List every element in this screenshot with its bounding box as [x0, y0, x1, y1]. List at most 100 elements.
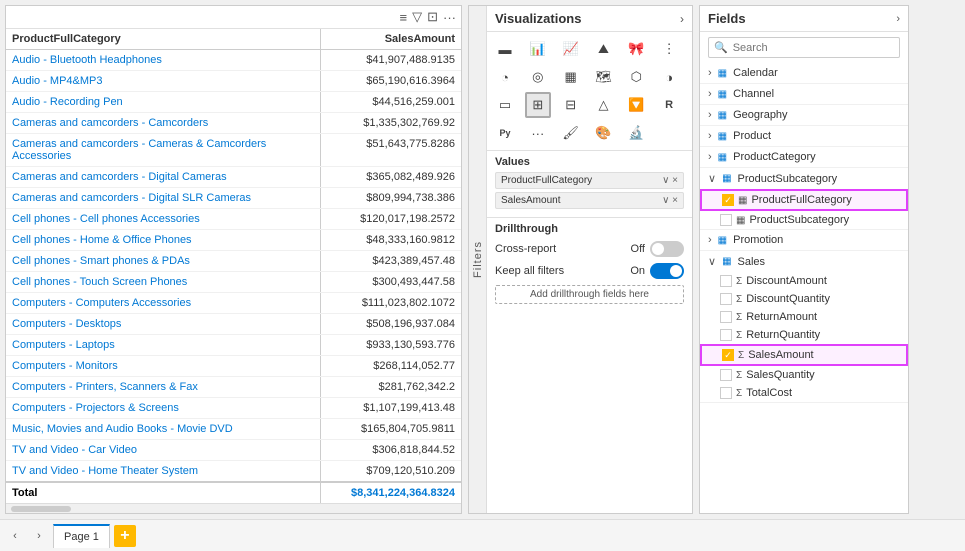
viz-icon-pie[interactable]: ◔: [492, 64, 518, 90]
viz-icon-treemap[interactable]: ▦: [558, 64, 584, 90]
field-group-header-productsubcategory[interactable]: ∨ ▦ ProductSubcategory: [700, 168, 908, 189]
nav-prev-button[interactable]: ‹: [5, 526, 25, 546]
field-item-label: ProductFullCategory: [751, 194, 851, 206]
field-checkbox[interactable]: [720, 275, 732, 287]
viz-icon-funnel[interactable]: ⬡: [623, 64, 649, 90]
field-group-header-promotion[interactable]: › ▦ Promotion: [700, 230, 908, 250]
field-group-header-channel[interactable]: › ▦ Channel: [700, 84, 908, 104]
viz-icon-py[interactable]: Py: [492, 120, 518, 146]
search-input[interactable]: [733, 42, 894, 54]
table-row[interactable]: Cell phones - Home & Office Phones $48,3…: [6, 230, 461, 251]
field-item-productfullcategory[interactable]: ✓ ▦ ProductFullCategory: [700, 189, 908, 211]
field-item-salesquantity[interactable]: Σ SalesQuantity: [700, 366, 908, 384]
field-checkbox[interactable]: [720, 293, 732, 305]
value-chip-category[interactable]: ProductFullCategory ∨ ×: [495, 172, 684, 189]
field-item-label: DiscountQuantity: [746, 293, 830, 305]
field-checkbox[interactable]: ✓: [722, 194, 734, 206]
keep-filters-toggle[interactable]: On: [630, 263, 684, 279]
field-item-discountamount[interactable]: Σ DiscountAmount: [700, 272, 908, 290]
viz-icon-ribbon[interactable]: 🎀: [623, 36, 649, 62]
field-checkbox[interactable]: ✓: [722, 349, 734, 361]
field-group-productsubcategory: ∨ ▦ ProductSubcategory ✓ ▦ ProductFullCa…: [700, 168, 908, 230]
table-row[interactable]: Audio - Recording Pen $44,516,259.001: [6, 92, 461, 113]
cross-report-toggle-switch[interactable]: [650, 241, 684, 257]
horizontal-scrollbar[interactable]: [6, 503, 461, 513]
field-checkbox[interactable]: [720, 311, 732, 323]
field-item-productsubcategory[interactable]: ▦ ProductSubcategory: [700, 211, 908, 229]
fields-expand-arrow[interactable]: ›: [896, 13, 900, 25]
viz-icon-area[interactable]: ⛰: [591, 36, 617, 62]
table-row[interactable]: Cell phones - Smart phones & PDAs $423,3…: [6, 251, 461, 272]
nav-next-button[interactable]: ›: [29, 526, 49, 546]
viz-icon-matrix[interactable]: ⊟: [558, 92, 584, 118]
viz-icon-more[interactable]: ···: [525, 120, 551, 146]
chip-icons-amount[interactable]: ∨ ×: [662, 195, 678, 206]
viz-icon-card[interactable]: ▭: [492, 92, 518, 118]
viz-icon-stacked-bar[interactable]: ▬: [492, 36, 518, 62]
field-group-header-product[interactable]: › ▦ Product: [700, 126, 908, 146]
value-chip-amount[interactable]: SalesAmount ∨ ×: [495, 192, 684, 209]
table-row[interactable]: Cell phones - Cell phones Accessories $1…: [6, 209, 461, 230]
more-icon[interactable]: ···: [443, 10, 456, 25]
viz-icon-kpi[interactable]: △: [591, 92, 617, 118]
page-tab-label: Page 1: [64, 531, 99, 543]
viz-icon-table[interactable]: ⊞: [525, 92, 551, 118]
table-row[interactable]: Cameras and camcorders - Digital SLR Cam…: [6, 188, 461, 209]
keep-filters-state: On: [630, 265, 645, 277]
viz-icon-r[interactable]: R: [656, 92, 682, 118]
filter-icon[interactable]: ▽: [412, 9, 422, 25]
field-group-header-productcategory[interactable]: › ▦ ProductCategory: [700, 147, 908, 167]
field-group-header-sales[interactable]: ∨ ▦ Sales: [700, 251, 908, 272]
table-row[interactable]: Audio - MP4&MP3 $65,190,616.3964: [6, 71, 461, 92]
viz-icon-map[interactable]: 🗺: [591, 64, 617, 90]
table-row[interactable]: Cameras and camcorders - Camcorders $1,3…: [6, 113, 461, 134]
field-item-salesamount[interactable]: ✓ Σ SalesAmount: [700, 344, 908, 366]
table-row[interactable]: Computers - Desktops $508,196,937.084: [6, 314, 461, 335]
collapse-icon: ›: [708, 109, 712, 121]
viz-icon-slicer[interactable]: 🔽: [623, 92, 649, 118]
search-box[interactable]: 🔍: [708, 37, 900, 58]
keep-filters-toggle-switch[interactable]: [650, 263, 684, 279]
field-checkbox[interactable]: [720, 329, 732, 341]
scrollbar-thumb[interactable]: [11, 506, 71, 512]
viz-icon-scatter[interactable]: ⋮: [656, 36, 682, 62]
cross-report-toggle[interactable]: Off: [631, 241, 684, 257]
viz-icon-bar[interactable]: 📊: [525, 36, 551, 62]
field-checkbox[interactable]: [720, 214, 732, 226]
viz-icon-gauge[interactable]: ◑: [656, 64, 682, 90]
field-item-discountquantity[interactable]: Σ DiscountQuantity: [700, 290, 908, 308]
table-row[interactable]: Cameras and camcorders - Digital Cameras…: [6, 167, 461, 188]
menu-icon[interactable]: ≡: [400, 10, 408, 25]
field-item-returnamount[interactable]: Σ ReturnAmount: [700, 308, 908, 326]
add-drillthrough-button[interactable]: Add drillthrough fields here: [495, 285, 684, 304]
table-row[interactable]: Audio - Bluetooth Headphones $41,907,488…: [6, 50, 461, 71]
table-row[interactable]: Computers - Printers, Scanners & Fax $28…: [6, 377, 461, 398]
table-row[interactable]: Cameras and camcorders - Cameras & Camco…: [6, 134, 461, 167]
field-item-returnquantity[interactable]: Σ ReturnQuantity: [700, 326, 908, 344]
table-row[interactable]: Cell phones - Touch Screen Phones $300,4…: [6, 272, 461, 293]
viz-icon-brush[interactable]: 🖌: [558, 120, 584, 146]
viz-icon-donut[interactable]: ◎: [525, 64, 551, 90]
viz-icon-format[interactable]: 🎨: [591, 120, 617, 146]
viz-icon-analytics[interactable]: 🔬: [623, 120, 649, 146]
field-checkbox[interactable]: [720, 369, 732, 381]
row-amount: $933,130,593.776: [321, 335, 461, 355]
table-row[interactable]: TV and Video - Home Theater System $709,…: [6, 461, 461, 481]
field-group-header-calendar[interactable]: › ▦ Calendar: [700, 63, 908, 83]
field-checkbox[interactable]: [720, 387, 732, 399]
table-row[interactable]: TV and Video - Car Video $306,818,844.52: [6, 440, 461, 461]
fields-title: Fields: [708, 11, 746, 26]
table-row[interactable]: Music, Movies and Audio Books - Movie DV…: [6, 419, 461, 440]
table-row[interactable]: Computers - Computers Accessories $111,0…: [6, 293, 461, 314]
focus-icon[interactable]: ⊡: [427, 9, 438, 25]
table-row[interactable]: Computers - Monitors $268,114,052.77: [6, 356, 461, 377]
viz-expand-arrow[interactable]: ›: [680, 12, 684, 26]
chip-icons-category[interactable]: ∨ ×: [662, 175, 678, 186]
table-row[interactable]: Computers - Laptops $933,130,593.776: [6, 335, 461, 356]
page-tab-1[interactable]: Page 1: [53, 524, 110, 548]
field-item-totalcost[interactable]: Σ TotalCost: [700, 384, 908, 402]
field-group-header-geography[interactable]: › ▦ Geography: [700, 105, 908, 125]
table-row[interactable]: Computers - Projectors & Screens $1,107,…: [6, 398, 461, 419]
viz-icon-line[interactable]: 📈: [558, 36, 584, 62]
add-page-button[interactable]: +: [114, 525, 136, 547]
